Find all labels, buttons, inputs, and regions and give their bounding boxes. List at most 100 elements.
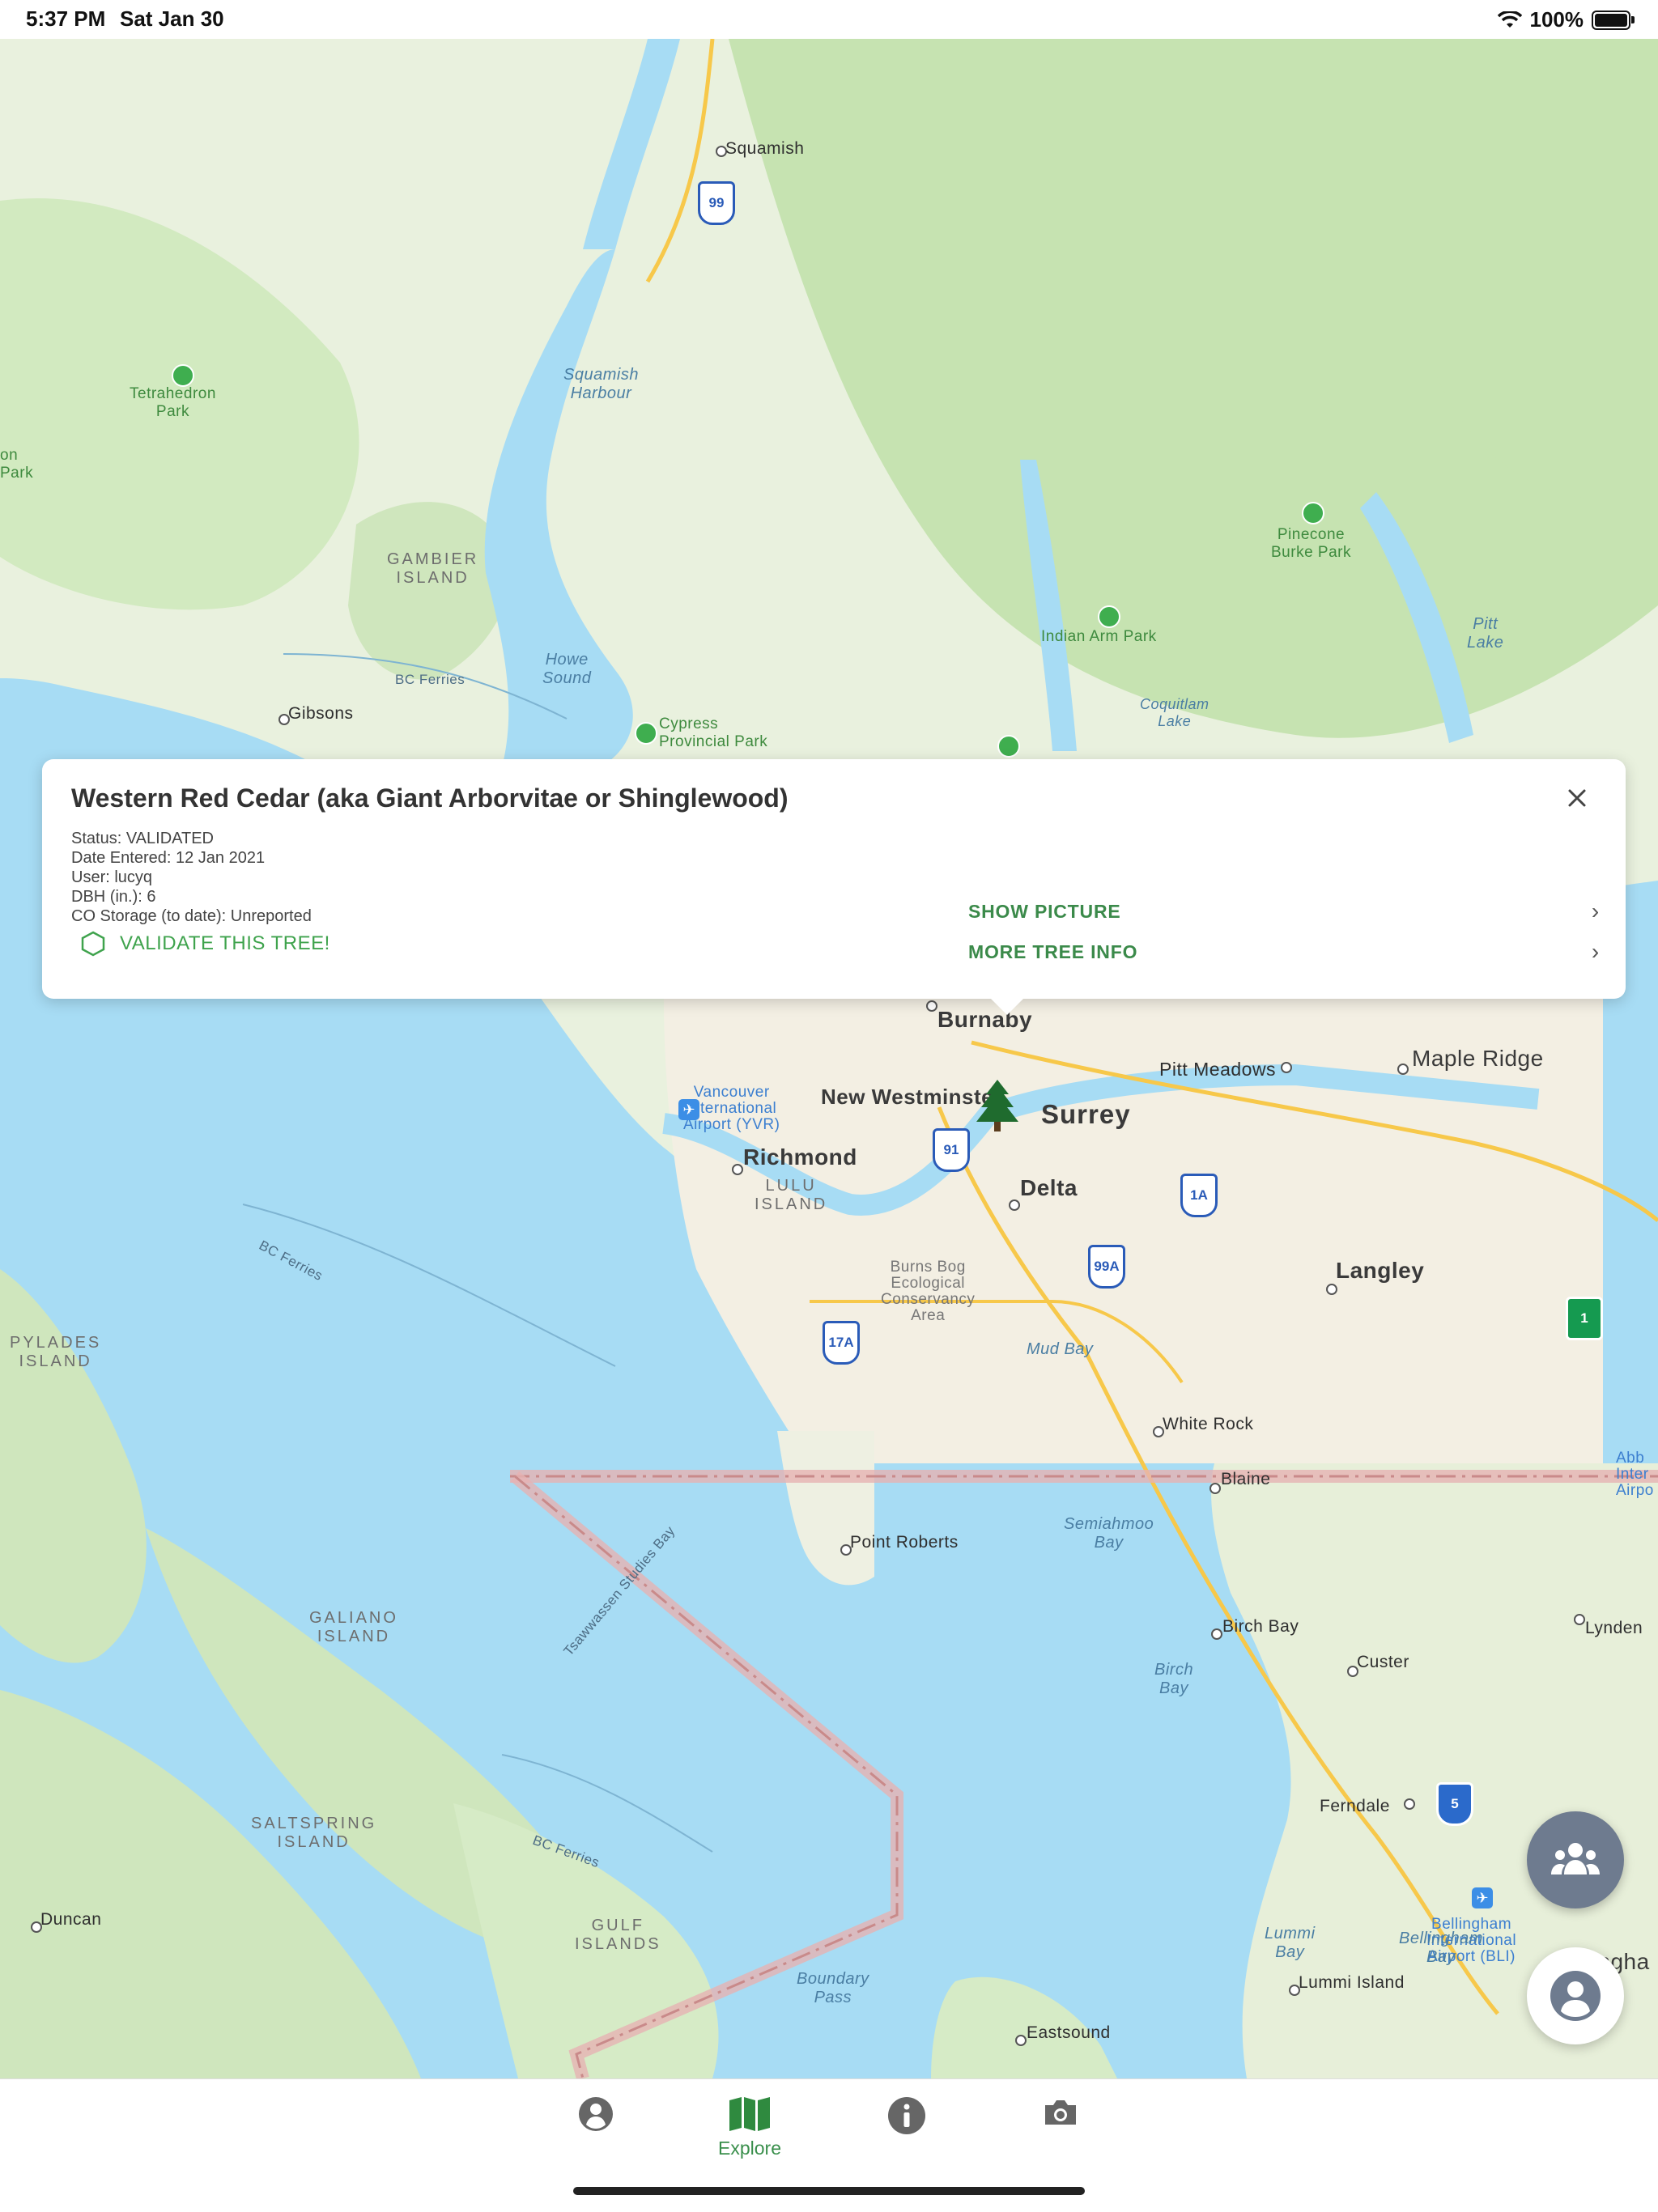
label-point-roberts: Point Roberts xyxy=(850,1533,959,1552)
map-dot xyxy=(1009,1199,1020,1211)
label-bc-ferries-1: BC Ferries xyxy=(395,672,466,687)
label-boundary-pass: Boundary Pass xyxy=(797,1970,869,2006)
show-picture-label: SHOW PICTURE xyxy=(968,900,1121,922)
airport-icon: ✈ xyxy=(678,1099,699,1120)
label-ferndale: Ferndale xyxy=(1320,1797,1390,1815)
label-squamish: Squamish xyxy=(725,139,805,158)
map-dot xyxy=(926,1000,937,1012)
label-abbotsford: Abb Inter Airpo xyxy=(1616,1450,1654,1499)
airport-icon: ✈ xyxy=(1472,1887,1493,1908)
tree-date-entered: Date Entered: 12 Jan 2021 xyxy=(71,849,266,867)
map-dot xyxy=(1015,2035,1027,2046)
community-button[interactable] xyxy=(1527,1811,1624,1908)
profile-button[interactable] xyxy=(1527,1947,1624,2044)
label-birch-bay-water: Birch Bay xyxy=(1154,1661,1194,1697)
map-dot xyxy=(1404,1798,1415,1810)
label-pylades: PYLADES ISLAND xyxy=(10,1334,102,1370)
tree-info-popup: Western Red Cedar (aka Giant Arborvitae … xyxy=(42,759,1626,1015)
tab-camera[interactable] xyxy=(1012,2095,1109,2133)
label-pitt-meadows: Pitt Meadows xyxy=(1159,1059,1277,1080)
map-dot xyxy=(1281,1062,1292,1073)
label-mud-bay: Mud Bay xyxy=(1027,1340,1094,1358)
tab-explore-label: Explore xyxy=(718,2138,781,2159)
label-howe-sound: Howe Sound xyxy=(542,651,592,687)
info-icon xyxy=(888,2097,925,2134)
validate-tree-button[interactable]: VALIDATE THIS TREE! xyxy=(81,931,330,957)
battery-icon xyxy=(1592,10,1635,30)
map-base xyxy=(0,39,1658,2078)
label-pitt-lake: Pitt Lake xyxy=(1467,615,1504,652)
label-burns-bog: Burns Bog Ecological Conservancy Area xyxy=(881,1259,976,1324)
status-bar: 5:37 PM Sat Jan 30 100% xyxy=(0,0,1658,39)
map-dot xyxy=(1209,1483,1221,1494)
close-button[interactable] xyxy=(1561,782,1593,814)
label-tetrahedron: Tetrahedron Park xyxy=(130,385,216,420)
label-eastsound: Eastsound xyxy=(1027,2023,1111,2042)
label-custer: Custer xyxy=(1357,1653,1409,1671)
park-pin-icon xyxy=(1302,502,1324,524)
camera-icon xyxy=(1045,2100,1076,2125)
highway-shield-5: 5 xyxy=(1436,1782,1473,1826)
label-duncan: Duncan xyxy=(40,1910,102,1929)
label-blaine: Blaine xyxy=(1221,1470,1271,1488)
label-richmond: Richmond xyxy=(743,1144,857,1170)
group-icon xyxy=(1551,1843,1600,1874)
label-lynden: Lynden xyxy=(1585,1619,1643,1637)
highway-shield-99a: 99A xyxy=(1088,1245,1125,1289)
label-white-rock: White Rock xyxy=(1163,1415,1254,1433)
tree-co-storage: CO Storage (to date): Unreported xyxy=(71,907,312,925)
wifi-icon xyxy=(1497,11,1522,28)
label-lummi-island: Lummi Island xyxy=(1299,1973,1405,1992)
map-dot xyxy=(1397,1064,1409,1075)
popup-title: Western Red Cedar (aka Giant Arborvitae … xyxy=(71,783,789,813)
label-bellingham-bay: Bellingham Bay xyxy=(1399,1930,1483,1966)
battery-percent: 100% xyxy=(1529,7,1584,32)
highway-shield-1: 1 xyxy=(1566,1297,1603,1340)
map-dot xyxy=(1574,1614,1585,1625)
show-picture-link[interactable]: SHOW PICTURE › xyxy=(968,898,1600,924)
tree-details: Status: VALIDATED Date Entered: 12 Jan 2… xyxy=(71,829,312,926)
tab-explore[interactable]: Explore xyxy=(701,2095,798,2159)
map-dot xyxy=(1211,1628,1222,1640)
tree-marker-icon[interactable] xyxy=(973,1078,1022,1135)
tree-dbh: DBH (in.): 6 xyxy=(71,888,156,906)
more-info-label: MORE TREE INFO xyxy=(968,940,1138,962)
tree-status: Status: VALIDATED xyxy=(71,830,214,847)
label-gambier: GAMBIER ISLAND xyxy=(387,550,479,587)
close-icon xyxy=(1568,789,1586,807)
status-date: Sat Jan 30 xyxy=(120,6,224,31)
tab-profile[interactable] xyxy=(547,2095,644,2138)
label-gulf-islands: GULF ISLANDS xyxy=(575,1917,661,1953)
map-view[interactable]: Squamish Tetrahedron Park Squamish Harbo… xyxy=(0,39,1658,2078)
highway-shield-91: 91 xyxy=(933,1128,970,1172)
label-birch-bay: Birch Bay xyxy=(1222,1617,1299,1636)
person-circle-icon xyxy=(1550,1971,1601,2021)
map-icon xyxy=(729,2097,770,2131)
person-icon xyxy=(579,2097,613,2131)
label-semiahmoo: Semiahmoo Bay xyxy=(1064,1515,1154,1552)
tab-info[interactable] xyxy=(858,2095,955,2141)
map-dot xyxy=(1326,1284,1337,1295)
validate-label: VALIDATE THIS TREE! xyxy=(120,932,330,954)
label-squamish-harbour: Squamish Harbour xyxy=(563,366,639,402)
status-right: 100% xyxy=(1497,7,1635,32)
label-galiano: GALIANO ISLAND xyxy=(309,1609,398,1645)
status-time: 5:37 PM xyxy=(26,6,106,31)
label-delta: Delta xyxy=(1020,1175,1078,1200)
more-tree-info-link[interactable]: MORE TREE INFO › xyxy=(968,939,1600,965)
label-maple-ridge: Maple Ridge xyxy=(1412,1046,1544,1071)
hexagon-icon xyxy=(81,931,105,957)
map-dot xyxy=(732,1164,743,1175)
label-lummi-bay: Lummi Bay xyxy=(1265,1925,1316,1961)
label-surrey: Surrey xyxy=(1041,1099,1131,1129)
label-cypress: Cypress Provincial Park xyxy=(659,715,768,750)
park-pin-icon xyxy=(635,722,657,745)
chevron-right-icon: › xyxy=(1591,939,1600,964)
label-left-park: on Park xyxy=(0,447,34,482)
highway-shield-1a: 1A xyxy=(1180,1174,1218,1217)
label-coquitlam-lake: Coquitlam Lake xyxy=(1140,696,1209,729)
label-langley: Langley xyxy=(1336,1258,1425,1283)
label-pinecone: Pinecone Burke Park xyxy=(1271,526,1351,561)
park-pin-icon xyxy=(997,735,1020,758)
home-indicator xyxy=(573,2187,1085,2195)
